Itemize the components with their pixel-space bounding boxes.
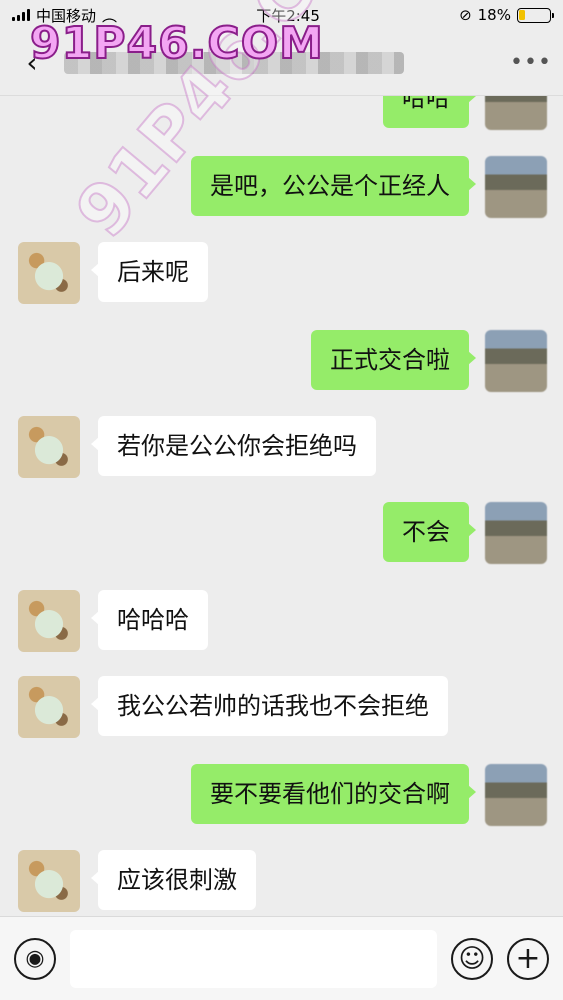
battery-percent: 18% bbox=[477, 6, 511, 24]
message-row: 若你是公公你会拒绝吗 bbox=[0, 416, 563, 478]
outgoing-message-bubble[interactable]: 要不要看他们的交合啊 bbox=[191, 764, 476, 824]
my-avatar[interactable] bbox=[485, 156, 547, 218]
watermark-logo: 91P46.COM bbox=[29, 17, 324, 70]
message-row: 后来呢 bbox=[0, 242, 563, 304]
status-right: ⊘ 18% bbox=[459, 6, 554, 24]
message-row: 不会 bbox=[0, 502, 563, 564]
rotation-lock-icon: ⊘ bbox=[459, 6, 472, 24]
more-icon[interactable]: ••• bbox=[509, 50, 553, 75]
contact-avatar[interactable] bbox=[18, 590, 80, 652]
message-row: 要不要看他们的交合啊 bbox=[0, 764, 563, 826]
message-row: 我公公若帅的话我也不会拒绝 bbox=[0, 676, 563, 738]
message-row: 哈哈 bbox=[0, 96, 563, 130]
contact-avatar[interactable] bbox=[18, 850, 80, 912]
plus-icon[interactable]: + bbox=[507, 937, 549, 980]
incoming-message-bubble[interactable]: 后来呢 bbox=[91, 242, 208, 302]
incoming-message-bubble[interactable]: 应该很刺激 bbox=[91, 850, 256, 910]
message-row: 正式交合啦 bbox=[0, 330, 563, 392]
emoji-icon[interactable]: ☺ bbox=[451, 937, 493, 980]
battery-icon bbox=[516, 7, 554, 23]
signal-icon bbox=[12, 9, 30, 21]
message-input[interactable] bbox=[70, 929, 437, 988]
outgoing-message-bubble[interactable]: 是吧，公公是个正经人 bbox=[191, 156, 476, 216]
contact-avatar[interactable] bbox=[18, 416, 80, 478]
my-avatar[interactable] bbox=[485, 502, 547, 564]
outgoing-message-bubble[interactable]: 不会 bbox=[383, 502, 476, 562]
message-row: 应该很刺激 bbox=[0, 850, 563, 912]
voice-icon[interactable]: ◉ bbox=[14, 937, 56, 980]
incoming-message-bubble[interactable]: 我公公若帅的话我也不会拒绝 bbox=[91, 676, 448, 736]
message-row: 哈哈哈 bbox=[0, 590, 563, 652]
incoming-message-bubble[interactable]: 哈哈哈 bbox=[91, 590, 208, 650]
outgoing-message-bubble[interactable]: 正式交合啦 bbox=[311, 330, 476, 390]
contact-avatar[interactable] bbox=[18, 242, 80, 304]
my-avatar[interactable] bbox=[485, 764, 547, 826]
outgoing-message-bubble[interactable]: 哈哈 bbox=[383, 96, 476, 128]
contact-avatar[interactable] bbox=[18, 676, 80, 738]
my-avatar[interactable] bbox=[485, 330, 547, 392]
my-avatar[interactable] bbox=[485, 96, 547, 130]
incoming-message-bubble[interactable]: 若你是公公你会拒绝吗 bbox=[91, 416, 376, 476]
input-bar: ◉ ☺ + bbox=[0, 916, 563, 1000]
